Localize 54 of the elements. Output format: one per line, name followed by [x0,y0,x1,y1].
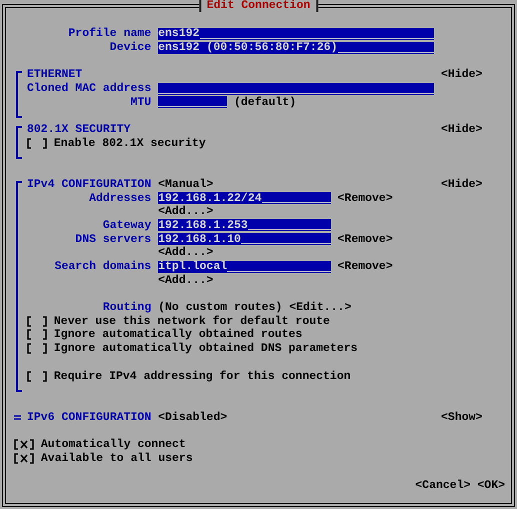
field-label: DNS servers [74,232,152,246]
section-toggle-button[interactable]: <Hide> [441,178,482,191]
section-toggle-button[interactable]: <Hide> [441,123,482,136]
checkbox[interactable] [14,438,34,450]
text-field[interactable]: 192.168.1.10 [158,233,331,246]
checkbox[interactable] [27,138,47,149]
routing-value: (No custom routes) [158,301,282,314]
checkbox-label: Ignore automatically obtained routes [54,328,302,342]
field-label: Search domains [54,260,152,274]
checkbox[interactable] [27,370,47,382]
checkbox-label: Enable 802.1X security [54,136,206,150]
text-field[interactable] [158,82,434,95]
text-field[interactable]: ens192 (00:50:56:80:F7:26) [158,42,434,54]
checkbox[interactable] [27,343,47,354]
collapsed-marker-icon[interactable] [14,414,21,420]
section-title: 802.1X SECURITY [27,123,132,136]
add-button[interactable]: <Add...> [158,246,214,260]
mode-dropdown[interactable]: <Disabled> [158,410,228,424]
edit-button[interactable]: <Edit...> [289,301,352,314]
field-label: MTU [130,96,152,109]
checkbox-label: Ignore automatically obtained DNS parameters [54,342,358,356]
remove-button[interactable]: <Remove> [338,260,393,274]
checkbox-label: Available to all users [40,452,193,465]
remove-button[interactable]: <Remove> [338,232,393,246]
field-note: (default) [234,96,296,109]
section-title: IPv6 CONFIGURATION [27,410,152,424]
text-field[interactable]: ens192 [158,28,434,40]
field-label: Routing [102,301,152,314]
add-button[interactable]: <Add...> [158,205,214,218]
field-label: Gateway [102,218,152,232]
field-label: Cloned MAC address [27,82,152,96]
mode-dropdown[interactable]: <Manual> [158,178,214,191]
checkbox[interactable] [27,329,47,340]
section-title: IPv4 CONFIGURATION [27,178,152,191]
checkbox[interactable] [27,316,47,327]
section-title: ETHERNET [27,68,84,82]
section-toggle-button[interactable]: <Hide> [441,68,482,82]
text-field[interactable]: 192.168.1.253 [158,219,331,232]
checkbox-label: Never use this network for default route [54,314,330,328]
text-field[interactable]: 192.168.1.22/24 [158,192,331,204]
field-label: Device [108,41,152,54]
dialog-button[interactable]: <Cancel> [415,478,470,492]
field-label: Profile name [67,27,152,40]
checkbox-label: Automatically connect [40,438,186,451]
section-toggle-button[interactable]: <Show> [441,410,482,424]
checkbox[interactable] [14,452,34,464]
field-label: Addresses [88,192,152,205]
dialog-title: Edit Connection [198,0,318,12]
text-field[interactable]: itpl.local [158,260,331,273]
checkbox-label: Require IPv4 addressing for this connection [54,370,351,383]
add-button[interactable]: <Add...> [158,274,214,287]
dialog-button[interactable]: <OK> [477,478,505,492]
text-field[interactable] [158,96,228,108]
remove-button[interactable]: <Remove> [338,192,393,205]
